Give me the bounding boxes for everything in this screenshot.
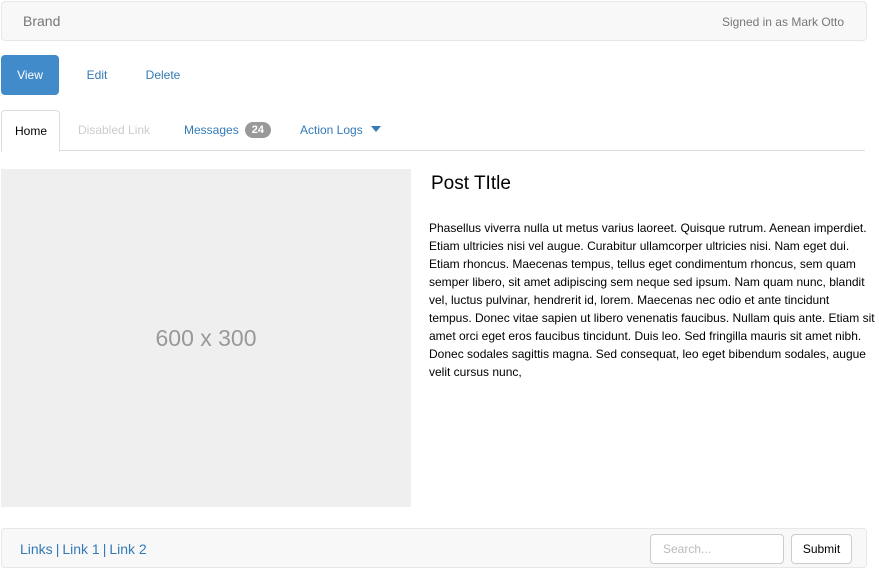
tab-messages[interactable]: Messages 24 — [184, 110, 271, 151]
tab-home-label: Home — [15, 124, 48, 138]
tab-disabled-link: Disabled Link — [78, 110, 150, 151]
post-title: Post TItle — [431, 173, 511, 194]
view-button[interactable]: View — [1, 55, 59, 95]
footer-separator: | — [55, 541, 60, 557]
footer-link-1[interactable]: Link 1 — [62, 541, 99, 557]
messages-badge: 24 — [244, 122, 271, 138]
caret-down-icon — [370, 126, 381, 132]
placeholder-image: 600 x 300 — [1, 169, 411, 507]
footer-separator: | — [102, 541, 107, 557]
footer-link-links[interactable]: Links — [20, 541, 53, 557]
tab-bar: Home Disabled Link Messages 24 Action Log… — [1, 110, 865, 152]
tab-home[interactable]: Home — [1, 110, 60, 152]
signed-in-text: Signed in as Mark Otto — [721, 15, 844, 29]
post-body: Phasellus viverra nulla ut metus varius … — [429, 221, 875, 379]
tab-action-logs-label: Action Logs — [300, 123, 363, 137]
placeholder-image-label: 600 x 300 — [155, 324, 257, 351]
top-navbar: Brand Signed in as Mark Otto — [1, 1, 867, 41]
tab-disabled-label: Disabled Link — [78, 123, 151, 137]
footer-link-2[interactable]: Link 2 — [109, 541, 146, 557]
footer-navbar: Links|Link 1|Link 2 Submit — [1, 528, 867, 568]
search-input[interactable] — [650, 534, 784, 564]
edit-button[interactable]: Edit — [81, 55, 113, 95]
tab-action-logs-dropdown[interactable]: Action Logs — [300, 110, 381, 151]
tab-messages-label: Messages — [184, 123, 239, 137]
navbar-brand[interactable]: Brand — [23, 13, 60, 29]
submit-button[interactable]: Submit — [791, 534, 852, 564]
footer-links: Links | Link 1 | Link 2 — [20, 541, 147, 557]
delete-button[interactable]: Delete — [141, 55, 185, 95]
